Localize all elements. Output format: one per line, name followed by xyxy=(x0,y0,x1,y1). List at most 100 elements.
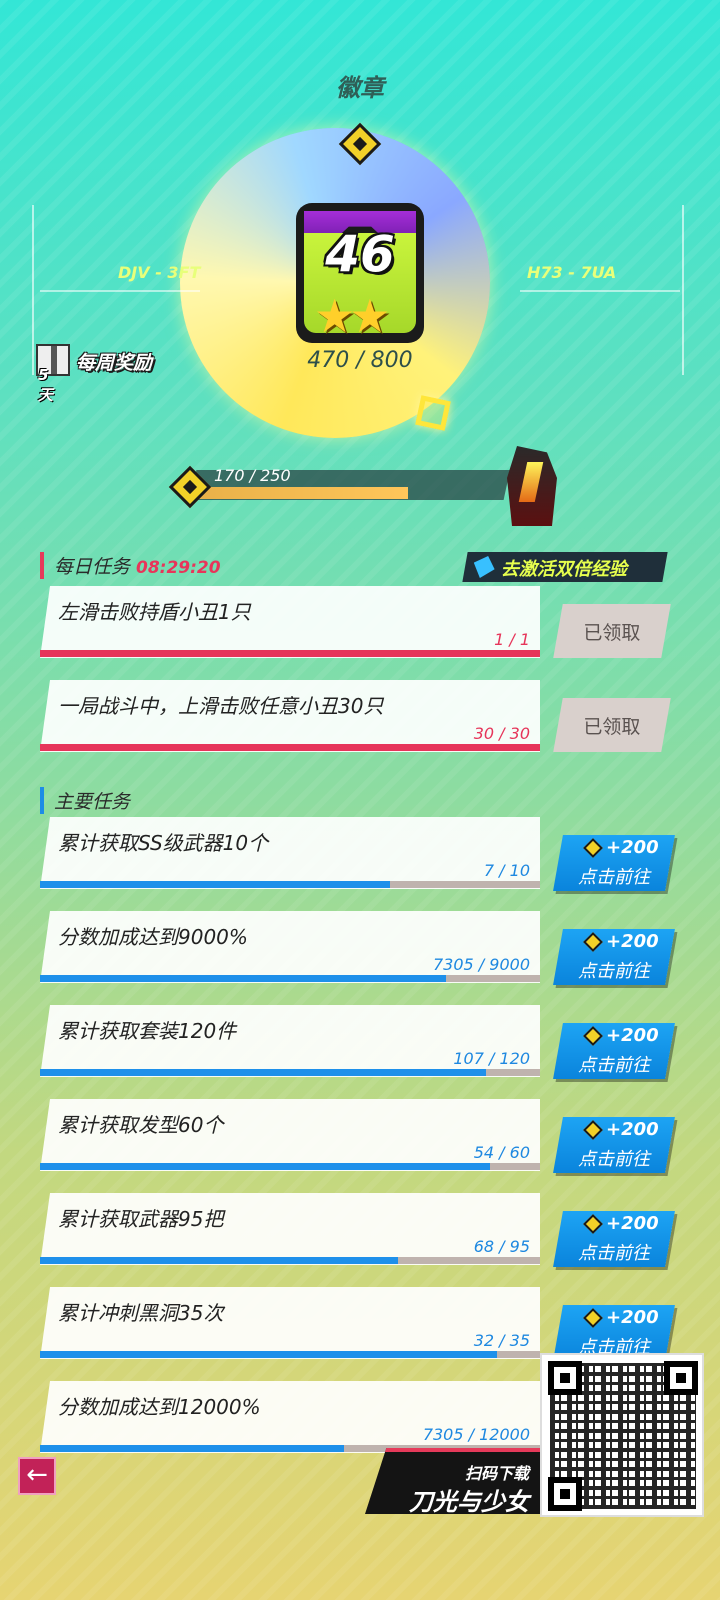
xp-bar-fill xyxy=(190,487,408,499)
task-row: 累计获取套装120件 107 / 120 +200 点击前往 xyxy=(40,1005,675,1079)
qr-finder-top-right xyxy=(664,1361,698,1395)
goto-button-content: +200 点击前往 xyxy=(558,835,670,891)
task-row: 左滑击败持盾小丑1只 1 / 1 已领取 xyxy=(40,586,671,658)
badge-stars: ★★ xyxy=(314,289,391,343)
goto-label: 点击前往 xyxy=(578,867,650,888)
qr-code-icon xyxy=(540,1353,704,1517)
diamond-gem-icon xyxy=(583,1120,603,1140)
diamond-gem-icon xyxy=(583,838,603,858)
reward-amount: +200 xyxy=(606,1025,659,1046)
task-progress-text: 30 / 30 xyxy=(473,724,530,743)
task-progress-fill xyxy=(40,881,390,888)
task-progress-text: 7 / 10 xyxy=(483,861,530,880)
goto-label: 点击前往 xyxy=(578,961,650,982)
goto-button-content: +200 点击前往 xyxy=(558,1023,670,1079)
task-progress-fill xyxy=(40,1351,498,1358)
promo-game-name: 刀光与少女 xyxy=(409,1488,529,1516)
task-row: 累计获取SS级武器10个 7 / 10 +200 点击前往 xyxy=(40,817,675,891)
goto-label: 点击前往 xyxy=(578,1149,650,1170)
task-row: 累计冲刺黑洞35次 32 / 35 +200 点击前往 xyxy=(40,1287,675,1361)
diamond-gem-icon xyxy=(583,1026,603,1046)
diamond-gem-icon xyxy=(583,1308,603,1328)
goto-button-content: +200 点击前往 xyxy=(558,929,670,985)
task-progress-track xyxy=(40,881,540,888)
task-progress-track xyxy=(40,1163,540,1170)
task-title: 累计获取发型60个 xyxy=(58,1113,224,1137)
task-title: 累计获取套装120件 xyxy=(58,1019,237,1043)
goto-button[interactable]: +200 点击前往 xyxy=(553,1117,675,1173)
task-progress-fill xyxy=(40,975,446,982)
task-progress-track xyxy=(40,975,540,982)
claimed-button[interactable]: 已领取 xyxy=(553,604,671,658)
task-progress-text: 107 / 120 xyxy=(453,1049,530,1068)
task-progress-text: 1 / 1 xyxy=(494,630,530,649)
diamond-gem-icon xyxy=(583,1214,603,1234)
reward-amount: +200 xyxy=(606,1213,659,1234)
task-row: 分数加成达到9000% 7305 / 9000 +200 点击前往 xyxy=(40,911,675,985)
main-tasks-heading: 主要任务 xyxy=(40,787,130,814)
task-progress-track xyxy=(40,1351,540,1358)
badge-level: 46 xyxy=(325,225,395,283)
task-row: 累计获取发型60个 54 / 60 +200 点击前往 xyxy=(40,1099,675,1173)
claimed-label: 已领取 xyxy=(583,716,641,738)
ring-line-right xyxy=(520,290,680,292)
task-title: 一局战斗中，上滑击败任意小丑30只 xyxy=(58,694,384,718)
badge-code-right: H73 - 7UA xyxy=(527,263,617,282)
back-arrow-icon: ← xyxy=(26,1460,48,1490)
double-exp-button[interactable]: 去激活双倍经验 xyxy=(462,552,668,582)
task-progress-text: 68 / 95 xyxy=(473,1237,530,1256)
reward-amount: +200 xyxy=(606,1119,659,1140)
daily-timer: 08:29:20 xyxy=(136,558,221,578)
task-progress-text: 54 / 60 xyxy=(473,1143,530,1162)
task-progress-fill xyxy=(40,1163,490,1170)
weekly-reward-label: 每周奖励 xyxy=(76,352,153,374)
qr-finder-top-left xyxy=(548,1361,582,1395)
double-exp-label: 去激活双倍经验 xyxy=(500,559,627,580)
task-row: 累计获取武器95把 68 / 95 +200 点击前往 xyxy=(40,1193,675,1267)
reward-character-icon[interactable] xyxy=(507,446,557,526)
book-icon xyxy=(471,556,497,578)
weekly-days: 5天 xyxy=(38,366,54,404)
task-title: 分数加成达到12000% xyxy=(58,1395,261,1419)
badge-code-left: DJV - 3FT xyxy=(118,263,201,282)
claimed-label: 已领取 xyxy=(583,622,641,644)
goto-button[interactable]: +200 点击前往 xyxy=(553,929,675,985)
promo-scan-label: 扫码下载 xyxy=(464,1464,529,1483)
back-button[interactable]: ← xyxy=(18,1457,56,1495)
task-row: 一局战斗中，上滑击败任意小丑30只 30 / 30 已领取 xyxy=(40,680,671,752)
task-progress-track xyxy=(40,1069,540,1076)
ring-marker-icon xyxy=(415,395,451,431)
task-progress-track xyxy=(40,744,540,751)
goto-button[interactable]: +200 点击前往 xyxy=(553,1211,675,1267)
task-title: 分数加成达到9000% xyxy=(58,925,248,949)
claimed-button[interactable]: 已领取 xyxy=(553,698,671,752)
goto-button-content: +200 点击前往 xyxy=(558,1117,670,1173)
task-progress-fill xyxy=(40,1257,398,1264)
goto-button[interactable]: +200 点击前往 xyxy=(553,835,675,891)
level-badge[interactable]: 46 ★★ xyxy=(296,203,424,343)
task-title: 左滑击败持盾小丑1只 xyxy=(58,600,251,624)
task-title: 累计冲刺黑洞35次 xyxy=(58,1301,224,1325)
reward-amount: +200 xyxy=(606,837,659,858)
task-progress-fill xyxy=(40,1445,345,1452)
goto-button-content: +200 点击前往 xyxy=(558,1211,670,1267)
daily-heading-label: 每日任务 xyxy=(54,556,131,578)
reward-amount: +200 xyxy=(606,931,659,952)
task-progress-text: 7305 / 9000 xyxy=(433,955,530,974)
task-title: 累计获取SS级武器10个 xyxy=(58,831,269,855)
reward-amount: +200 xyxy=(606,1307,659,1328)
qr-finder-bottom-left xyxy=(548,1477,582,1511)
goto-label: 点击前往 xyxy=(578,1055,650,1076)
diamond-gem-icon xyxy=(583,932,603,952)
task-title: 累计获取武器95把 xyxy=(58,1207,224,1231)
task-progress-track xyxy=(40,650,540,657)
daily-tasks-heading: 每日任务 08:29:20 xyxy=(40,552,221,579)
goto-button[interactable]: +200 点击前往 xyxy=(553,1023,675,1079)
task-progress-fill xyxy=(40,1069,486,1076)
task-progress-track xyxy=(40,1257,540,1264)
page-title: 徽章 xyxy=(336,74,384,102)
download-promo-banner[interactable]: 扫码下载 刀光与少女 xyxy=(365,1448,543,1514)
task-progress-text: 32 / 35 xyxy=(473,1331,530,1350)
xp-bar-text: 170 / 250 xyxy=(214,466,291,485)
task-progress-fill xyxy=(40,650,540,657)
